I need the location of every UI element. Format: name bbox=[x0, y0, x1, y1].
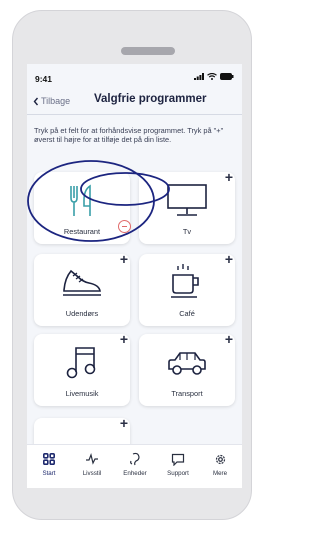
program-label: Restaurant bbox=[63, 227, 101, 236]
program-card-outdoors[interactable]: + Udendørs bbox=[34, 252, 130, 326]
cutlery-icon bbox=[34, 178, 130, 222]
grid-icon bbox=[29, 450, 69, 468]
tab-label: Enheder bbox=[123, 470, 147, 477]
shoe-icon bbox=[34, 260, 130, 304]
coffee-cup-icon bbox=[139, 260, 235, 304]
program-card-transport[interactable]: + Transport bbox=[139, 332, 235, 406]
program-card-live-music[interactable]: + Livemusik bbox=[34, 332, 130, 406]
music-note-icon bbox=[34, 340, 130, 384]
program-label: Udendørs bbox=[65, 309, 99, 318]
battery-icon bbox=[220, 73, 234, 80]
tab-label: Livsstil bbox=[82, 470, 102, 477]
tv-icon bbox=[139, 178, 235, 222]
hearing-aid-icon bbox=[115, 450, 155, 468]
tab-label: Start bbox=[42, 470, 56, 477]
program-card-tv[interactable]: + Tv bbox=[139, 170, 235, 244]
tab-lifestyle[interactable]: Livsstil bbox=[72, 450, 112, 477]
remove-program-button[interactable] bbox=[118, 220, 131, 233]
tab-label: Mere bbox=[212, 470, 228, 477]
tab-more[interactable]: Mere bbox=[200, 450, 240, 477]
chat-icon bbox=[158, 450, 198, 468]
program-label: Tv bbox=[182, 227, 192, 236]
instructions-text: Tryk på et felt for at forhåndsvise prog… bbox=[34, 126, 224, 144]
program-label: Café bbox=[179, 309, 195, 318]
page-title: Valgfrie programmer bbox=[94, 93, 207, 105]
back-label: Tilbage bbox=[41, 96, 71, 106]
tab-label: Support bbox=[167, 470, 189, 477]
status-bar: 9:41 bbox=[27, 64, 242, 90]
program-label: Transport bbox=[171, 389, 203, 398]
gear-icon bbox=[200, 450, 240, 468]
program-card-restaurant[interactable]: Restaurant bbox=[34, 172, 130, 244]
car-icon bbox=[139, 340, 235, 384]
program-label: Livemusik bbox=[65, 389, 99, 398]
phone-speaker bbox=[121, 47, 175, 55]
program-card-cafe[interactable]: + Café bbox=[139, 252, 235, 326]
chevron-left-icon bbox=[33, 97, 39, 105]
add-program-button[interactable]: + bbox=[120, 416, 128, 430]
status-icons bbox=[194, 73, 234, 80]
header-divider bbox=[27, 114, 242, 115]
status-time: 9:41 bbox=[35, 74, 53, 84]
back-button[interactable]: Tilbage bbox=[33, 96, 70, 106]
header: Tilbage Valgfrie programmer bbox=[27, 92, 242, 114]
tab-start[interactable]: Start bbox=[29, 450, 69, 477]
app-screen: 9:41 Tilbage Valgfrie programmer Tryk på… bbox=[27, 64, 242, 488]
tab-support[interactable]: Support bbox=[158, 450, 198, 477]
tab-bar: Start Livsstil Enheder Support Mere bbox=[27, 444, 242, 488]
wifi-icon bbox=[207, 73, 217, 80]
activity-icon bbox=[72, 450, 112, 468]
signal-icon bbox=[194, 73, 204, 80]
tab-devices[interactable]: Enheder bbox=[115, 450, 155, 477]
